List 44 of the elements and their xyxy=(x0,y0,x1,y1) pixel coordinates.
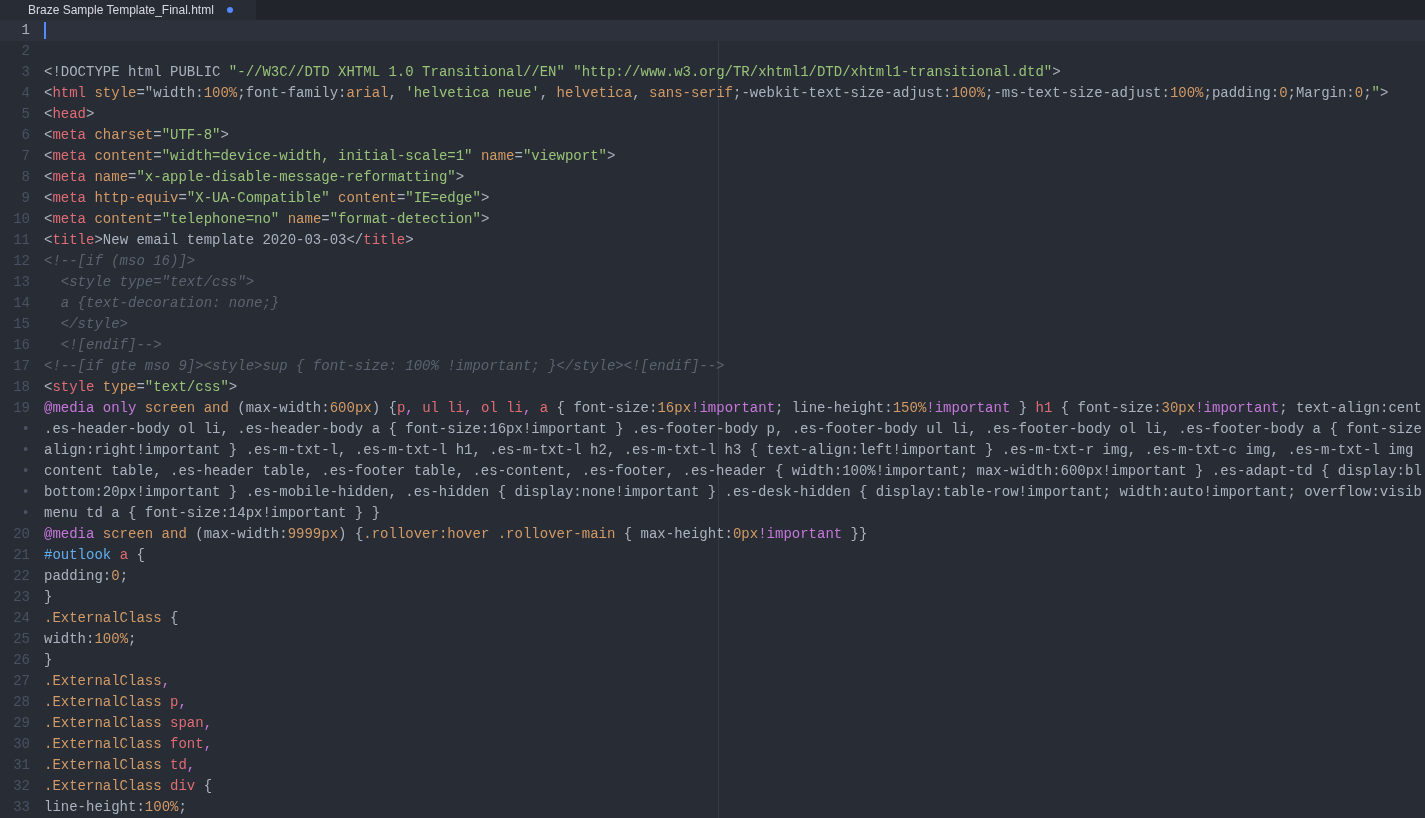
code-line: .ExternalClass div { xyxy=(44,777,213,796)
code-line: <meta charset="UTF-8"> xyxy=(44,126,229,145)
code-line: align:right!important } .es-m-txt-l, .es-m-txt-l h1, .es-m-txt-l h2, .es-m-txt-l h3 { text-align:left!important } .es-m-txt-r img, .es-m-txt-c img, .es-m-txt-l img xyxy=(44,441,1414,460)
line-number: • xyxy=(20,483,31,502)
code-line: line-height:100%; xyxy=(44,798,187,817)
code-line: .ExternalClass, xyxy=(44,672,171,691)
code-line: <html style="width:100%;font-family:arial, 'helvetica neue', helvetica, sans-serif;-webkit-text-size-adjust:100%;-ms-text-size-adjust:100%;padding:0;Margin:0;"> xyxy=(44,84,1389,103)
code-line: <!--[if (mso 16)]> xyxy=(44,252,196,271)
code-line: <title>New email template 2020-03-03</title> xyxy=(44,231,414,250)
code-line: @media only screen and (max-width:600px) {p, ul li, ol li, a { font-size:16px!important; line-height:150%!important } h1 { font-size:30px!important; text-align:cent xyxy=(44,399,1422,418)
code-line: } xyxy=(44,588,53,607)
code-line: .es-header-body ol li, .es-header-body a { font-size:16px!important } .es-footer-body p, .es-footer-body ul li, .es-footer-body ol li, .es-footer-body a { font-size xyxy=(44,420,1422,439)
code-line: content table, .es-header table, .es-footer table, .es-content, .es-footer, .es-header { width:100%!important; max-width:600px!important } .es-adapt-td { display:bl xyxy=(44,462,1422,481)
code-line: a {text-decoration: none;} xyxy=(59,294,280,313)
code-line: bottom:20px!important } .es-mobile-hidden, .es-hidden { display:none!important } .es-desk-hidden { display:table-row!important; width:auto!important; overflow:visib xyxy=(44,483,1422,502)
text-cursor xyxy=(44,21,46,39)
code-line: </style> xyxy=(59,315,128,334)
code-line: padding:0; xyxy=(44,567,129,586)
code-line: menu td a { font-size:14px!important } } xyxy=(44,504,381,523)
code-line: <style type="text/css"> xyxy=(59,273,255,292)
line-number: • xyxy=(20,462,31,481)
code-line: <meta http-equiv="X-UA-Compatible" content="IE=edge"> xyxy=(44,189,490,208)
code-line: <!--[if gte mso 9]><style>sup { font-size: 100% !important; }</style><![endif]--> xyxy=(44,357,725,376)
line-number: • xyxy=(20,504,31,523)
code-line: .ExternalClass font, xyxy=(44,735,213,754)
code-line: } xyxy=(44,651,53,670)
code-line: <meta content="width=device-width, initial-scale=1" name="viewport"> xyxy=(44,147,616,166)
code-line: <style type="text/css"> xyxy=(44,378,238,397)
code-line: .ExternalClass span, xyxy=(44,714,213,733)
line-number: 1 xyxy=(20,21,31,40)
line-number: • xyxy=(20,441,31,460)
code-line: <![endif]--> xyxy=(59,336,162,355)
code-line: .ExternalClass { xyxy=(44,609,179,628)
code-line: <!DOCTYPE html PUBLIC "-//W3C//DTD XHTML 1.0 Transitional//EN" "http://www.w3.org/TR/xhtml1/DTD/xhtml1-transitional.dtd"> xyxy=(44,63,1061,82)
code-line: @media screen and (max-width:9999px) {.rollover:hover .rollover-main { max-height:0px!important }} xyxy=(44,525,868,544)
code-line: width:100%; xyxy=(44,630,137,649)
code-line: .ExternalClass p, xyxy=(44,693,187,712)
file-tab[interactable]: Braze Sample Template_Final.html xyxy=(0,0,256,20)
line-number: • xyxy=(20,420,31,439)
code-line: <meta content="telephone=no" name="format-detection"> xyxy=(44,210,490,229)
code-line: .ExternalClass td, xyxy=(44,756,196,775)
code-line: <meta name="x-apple-disable-message-reformatting"> xyxy=(44,168,465,187)
code-line: <head> xyxy=(44,105,95,124)
code-line: #outlook a { xyxy=(44,546,145,565)
